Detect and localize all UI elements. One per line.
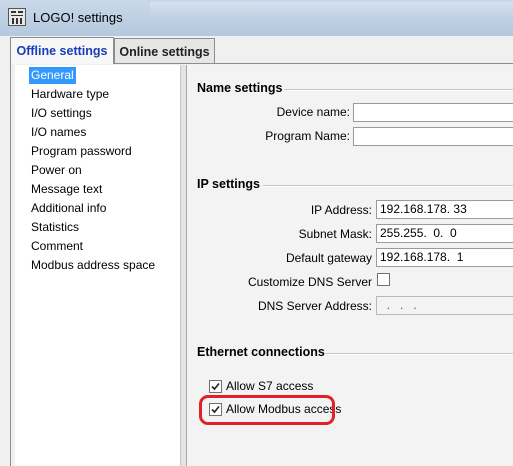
default-gateway-input[interactable]: 192.168.178. 1 [376,248,513,267]
window-title: LOGO! settings [33,10,123,25]
nav-item-statistics[interactable]: Statistics [29,219,81,236]
customize-dns-checkbox[interactable] [377,273,390,286]
nav-item-io-settings[interactable]: I/O settings [29,105,94,122]
checkmark-icon [211,382,220,391]
section-divider [284,89,513,91]
subnet-mask-input[interactable]: 255.255. 0. 0 [376,224,513,243]
nav-item-general[interactable]: General [29,67,76,84]
subnet-mask-label: Subnet Mask: [298,227,372,241]
section-divider [263,185,513,187]
default-gateway-label: Default gateway [285,251,372,265]
ethernet-connections-heading: Ethernet connections [197,345,325,359]
nav-item-hardware-type[interactable]: Hardware type [29,86,111,103]
allow-s7-label: Allow S7 access [226,379,314,393]
dns-server-input[interactable]: . . . [376,296,513,315]
allow-s7-checkbox[interactable] [209,380,222,393]
dns-server-label: DNS Server Address: [257,299,372,313]
nav-item-power-on[interactable]: Power on [29,162,84,179]
nav-item-program-password[interactable]: Program password [29,143,134,160]
nav-item-modbus-address-space[interactable]: Modbus address space [29,257,157,274]
tab-online-settings[interactable]: Online settings [114,38,215,64]
device-name-input[interactable] [353,103,513,122]
customize-dns-label: Customize DNS Server [247,275,372,289]
nav-item-additional-info[interactable]: Additional info [29,200,108,217]
device-name-label: Device name: [276,105,350,119]
ip-address-input[interactable]: 192.168.178. 33 [376,200,513,219]
settings-nav-list: General Hardware type I/O settings I/O n… [15,65,180,466]
red-highlight-annotation [199,395,335,425]
title-bar[interactable]: LOGO! settings [0,0,513,36]
ip-address-label: IP Address: [310,203,372,217]
logo-app-icon [8,8,26,26]
name-settings-heading: Name settings [197,81,283,95]
section-divider [325,353,513,355]
program-name-label: Program Name: [265,129,350,143]
nav-item-message-text[interactable]: Message text [29,181,104,198]
ip-settings-heading: IP settings [197,177,260,191]
nav-item-comment[interactable]: Comment [29,238,85,255]
background-window-strip [150,2,513,16]
nav-item-io-names[interactable]: I/O names [29,124,88,141]
tab-offline-settings[interactable]: Offline settings [10,37,114,64]
program-name-input[interactable] [353,127,513,146]
